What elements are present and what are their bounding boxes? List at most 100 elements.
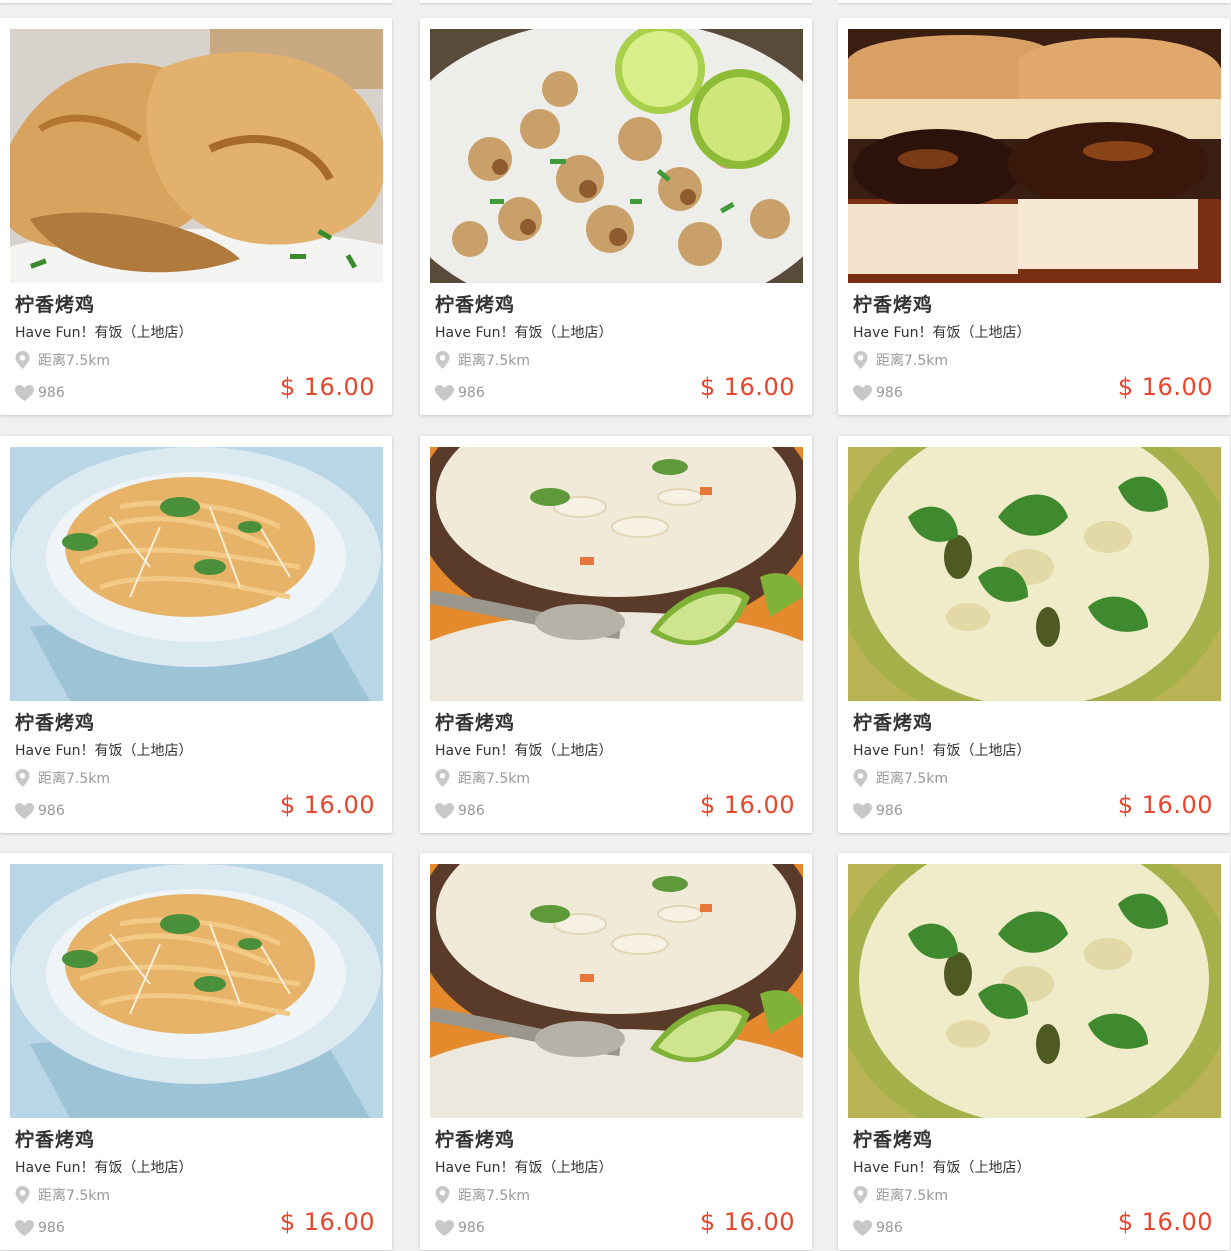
location-pin-icon <box>853 769 868 787</box>
food-photo-art <box>10 447 383 701</box>
shop-name: Have Fun！有饭（上地店） <box>15 743 193 759</box>
likes-row[interactable]: 986 <box>852 801 903 821</box>
heart-icon[interactable] <box>14 384 35 402</box>
heart-icon[interactable] <box>852 802 873 820</box>
likes-count: 986 <box>458 1220 485 1236</box>
likes-row[interactable]: 986 <box>434 1218 485 1238</box>
price: $ 16.00 <box>1117 373 1213 401</box>
distance-text: 距离7.5km <box>38 353 111 369</box>
dish-title: 柠香烤鸡 <box>15 1129 96 1151</box>
shop-name: Have Fun！有饭（上地店） <box>15 325 193 341</box>
food-photo-art <box>430 864 803 1118</box>
food-card[interactable]: 柠香烤鸡 Have Fun！有饭（上地店） 距离7.5km 986 $ 16.0… <box>420 18 812 415</box>
dish-title: 柠香烤鸡 <box>15 712 96 734</box>
location-pin-icon <box>15 1186 30 1204</box>
food-photo-coconut-soup[interactable] <box>430 447 803 701</box>
shop-name: Have Fun！有饭（上地店） <box>853 1160 1031 1176</box>
distance-row: 距离7.5km <box>852 1185 948 1205</box>
shop-name: Have Fun！有饭（上地店） <box>435 325 613 341</box>
previous-row-card-edge <box>420 0 812 3</box>
food-photo-glazed-sandwich[interactable] <box>848 29 1221 283</box>
food-card[interactable]: 柠香烤鸡 Have Fun！有饭（上地店） 距离7.5km 986 $ 16.0… <box>0 18 392 415</box>
food-photo-art <box>848 29 1221 283</box>
shop-name: Have Fun！有饭（上地店） <box>435 1160 613 1176</box>
food-card[interactable]: 柠香烤鸡 Have Fun！有饭（上地店） 距离7.5km 986 $ 16.0… <box>420 853 812 1250</box>
food-card[interactable]: 柠香烤鸡 Have Fun！有饭（上地店） 距离7.5km 986 $ 16.0… <box>0 436 392 833</box>
food-card[interactable]: 柠香烤鸡 Have Fun！有饭（上地店） 距离7.5km 986 $ 16.0… <box>420 436 812 833</box>
food-photo-art <box>848 447 1221 701</box>
distance-row: 距离7.5km <box>434 350 530 370</box>
shop-name: Have Fun！有饭（上地店） <box>15 1160 193 1176</box>
food-photo-roast-chicken[interactable] <box>10 29 383 283</box>
distance-text: 距离7.5km <box>458 771 531 787</box>
likes-count: 986 <box>876 385 903 401</box>
distance-row: 距离7.5km <box>14 768 110 788</box>
food-photo-noodle-salad[interactable] <box>10 447 383 701</box>
distance-text: 距离7.5km <box>876 771 949 787</box>
location-pin-icon <box>853 351 868 369</box>
distance-text: 距离7.5km <box>38 771 111 787</box>
likes-count: 986 <box>458 385 485 401</box>
dish-title: 柠香烤鸡 <box>435 712 516 734</box>
distance-row: 距离7.5km <box>434 1185 530 1205</box>
price: $ 16.00 <box>699 791 795 819</box>
food-photo-art <box>10 29 383 283</box>
food-photo-green-curry[interactable] <box>848 864 1221 1118</box>
likes-row[interactable]: 986 <box>434 383 485 403</box>
price: $ 16.00 <box>1117 791 1213 819</box>
shop-name: Have Fun！有饭（上地店） <box>435 743 613 759</box>
likes-row[interactable]: 986 <box>852 383 903 403</box>
heart-icon[interactable] <box>434 802 455 820</box>
price: $ 16.00 <box>699 373 795 401</box>
shop-name: Have Fun！有饭（上地店） <box>853 325 1031 341</box>
food-photo-noodle-salad[interactable] <box>10 864 383 1118</box>
likes-count: 986 <box>38 385 65 401</box>
heart-icon[interactable] <box>434 1219 455 1237</box>
likes-row[interactable]: 986 <box>14 1218 65 1238</box>
previous-row-card-edge <box>838 0 1230 3</box>
likes-row[interactable]: 986 <box>434 801 485 821</box>
food-photo-art <box>430 29 803 283</box>
heart-icon[interactable] <box>14 802 35 820</box>
heart-icon[interactable] <box>434 384 455 402</box>
likes-count: 986 <box>876 803 903 819</box>
distance-row: 距离7.5km <box>852 350 948 370</box>
dish-title: 柠香烤鸡 <box>853 712 934 734</box>
food-photo-coconut-soup[interactable] <box>430 864 803 1118</box>
previous-row-card-edge <box>0 0 392 3</box>
dish-title: 柠香烤鸡 <box>15 294 96 316</box>
dish-title: 柠香烤鸡 <box>435 1129 516 1151</box>
price: $ 16.00 <box>279 373 375 401</box>
distance-text: 距离7.5km <box>458 353 531 369</box>
distance-row: 距离7.5km <box>434 768 530 788</box>
location-pin-icon <box>435 769 450 787</box>
price: $ 16.00 <box>1117 1208 1213 1236</box>
distance-row: 距离7.5km <box>852 768 948 788</box>
location-pin-icon <box>853 1186 868 1204</box>
food-card[interactable]: 柠香烤鸡 Have Fun！有饭（上地店） 距离7.5km 986 $ 16.0… <box>838 853 1230 1250</box>
likes-count: 986 <box>876 1220 903 1236</box>
heart-icon[interactable] <box>852 1219 873 1237</box>
food-card[interactable]: 柠香烤鸡 Have Fun！有饭（上地店） 距离7.5km 986 $ 16.0… <box>0 853 392 1250</box>
food-photo-art <box>848 864 1221 1118</box>
distance-text: 距离7.5km <box>876 1188 949 1204</box>
location-pin-icon <box>435 351 450 369</box>
food-photo-green-curry[interactable] <box>848 447 1221 701</box>
food-photo-art <box>430 447 803 701</box>
heart-icon[interactable] <box>852 384 873 402</box>
location-pin-icon <box>15 351 30 369</box>
dish-title: 柠香烤鸡 <box>853 1129 934 1151</box>
dish-title: 柠香烤鸡 <box>435 294 516 316</box>
food-photo-art <box>10 864 383 1118</box>
food-photo-cauliflower-lime[interactable] <box>430 29 803 283</box>
food-card[interactable]: 柠香烤鸡 Have Fun！有饭（上地店） 距离7.5km 986 $ 16.0… <box>838 436 1230 833</box>
likes-row[interactable]: 986 <box>852 1218 903 1238</box>
likes-row[interactable]: 986 <box>14 801 65 821</box>
likes-row[interactable]: 986 <box>14 383 65 403</box>
distance-text: 距离7.5km <box>38 1188 111 1204</box>
food-card[interactable]: 柠香烤鸡 Have Fun！有饭（上地店） 距离7.5km 986 $ 16.0… <box>838 18 1230 415</box>
likes-count: 986 <box>458 803 485 819</box>
heart-icon[interactable] <box>14 1219 35 1237</box>
shop-name: Have Fun！有饭（上地店） <box>853 743 1031 759</box>
distance-row: 距离7.5km <box>14 1185 110 1205</box>
